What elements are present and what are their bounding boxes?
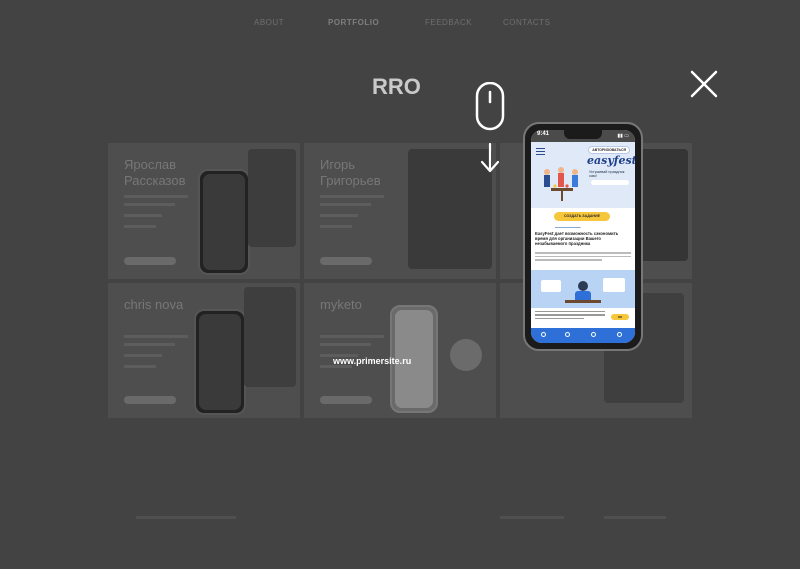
tab-messages-icon[interactable] [591, 332, 596, 337]
card-title: myketo [320, 297, 362, 312]
app-paragraph [535, 252, 631, 261]
mouse-scroll-icon [475, 82, 505, 173]
cookie-banner: OK [531, 308, 635, 328]
hamburger-menu-icon[interactable] [536, 148, 545, 157]
card-button[interactable] [124, 396, 176, 404]
app-heading: EasyFest дает возможность сэкономить вре… [535, 231, 619, 247]
nav-item-about[interactable]: ABOUT [254, 18, 284, 27]
app-brand: easyfest [587, 154, 635, 167]
hero-pill [591, 180, 629, 185]
app-illustration [531, 270, 635, 308]
card-description [320, 335, 384, 373]
logo-text: RRO [372, 74, 421, 99]
cookie-text [535, 311, 605, 320]
portfolio-card[interactable]: Ярослав Рассказов [108, 143, 300, 279]
nav-item-portfolio[interactable]: PORTFOLIO [328, 18, 379, 27]
portfolio-card[interactable]: Игорь Григорьев [304, 143, 496, 279]
hero-tagline: Устраивай праздник сам! [589, 170, 625, 178]
card-button[interactable] [124, 257, 176, 265]
site-url[interactable]: www.primersite.ru [333, 356, 411, 366]
card-image [450, 339, 482, 371]
tab-search-icon[interactable] [565, 332, 570, 337]
card-title: chris nova [124, 297, 184, 312]
status-time: 9:41 [537, 131, 550, 137]
phone-preview: 9:41 ▮▮ ▭ АВТОРИЗОВАТЬСЯ easyfest Устраи… [523, 122, 643, 351]
tab-profile-icon[interactable] [617, 332, 622, 337]
card-button[interactable] [320, 396, 372, 404]
card-phone-image [198, 169, 250, 275]
footer-email [500, 516, 564, 519]
card-title: Игорь Григорьев [320, 157, 381, 188]
card-button[interactable] [320, 257, 372, 265]
secondary-link[interactable]: ▬▬▬▬▬▬▬▬ [555, 225, 581, 229]
bottom-tab-bar [531, 328, 635, 343]
cookie-ok-button[interactable]: OK [611, 314, 629, 320]
app-hero: АВТОРИЗОВАТЬСЯ easyfest Устраивай праздн… [531, 142, 635, 220]
card-image [244, 287, 296, 387]
nav-item-feedback[interactable]: FEEDBACK [425, 18, 472, 27]
card-description [320, 195, 384, 233]
footer [0, 512, 800, 524]
party-people-illustration [544, 167, 578, 201]
footer-text [136, 516, 236, 519]
phone-screen[interactable]: 9:41 ▮▮ ▭ АВТОРИЗОВАТЬСЯ easyfest Устраи… [531, 130, 635, 343]
card-phone-image [248, 149, 296, 247]
portfolio-card[interactable]: chris nova [108, 283, 300, 418]
card-title: Ярослав Рассказов [124, 157, 186, 188]
nav-item-contacts[interactable]: CONTACTS [503, 18, 550, 27]
footer-phone [604, 516, 666, 519]
close-icon[interactable] [684, 64, 724, 104]
auth-button[interactable]: АВТОРИЗОВАТЬСЯ [588, 146, 630, 154]
card-phone-image [194, 309, 246, 415]
tab-home-icon[interactable] [541, 332, 546, 337]
card-description [124, 335, 188, 373]
card-description [124, 195, 188, 233]
portfolio-card[interactable]: myketo [304, 283, 496, 418]
phone-notch [564, 130, 602, 139]
logo: RRO [372, 72, 428, 99]
top-navigation: ABOUT PORTFOLIO FEEDBACK CONTACTS [0, 18, 800, 34]
create-task-button[interactable]: СОЗДАТЬ ЗАДАНИЕ [554, 212, 610, 221]
signal-battery-icon: ▮▮ ▭ [617, 133, 629, 139]
